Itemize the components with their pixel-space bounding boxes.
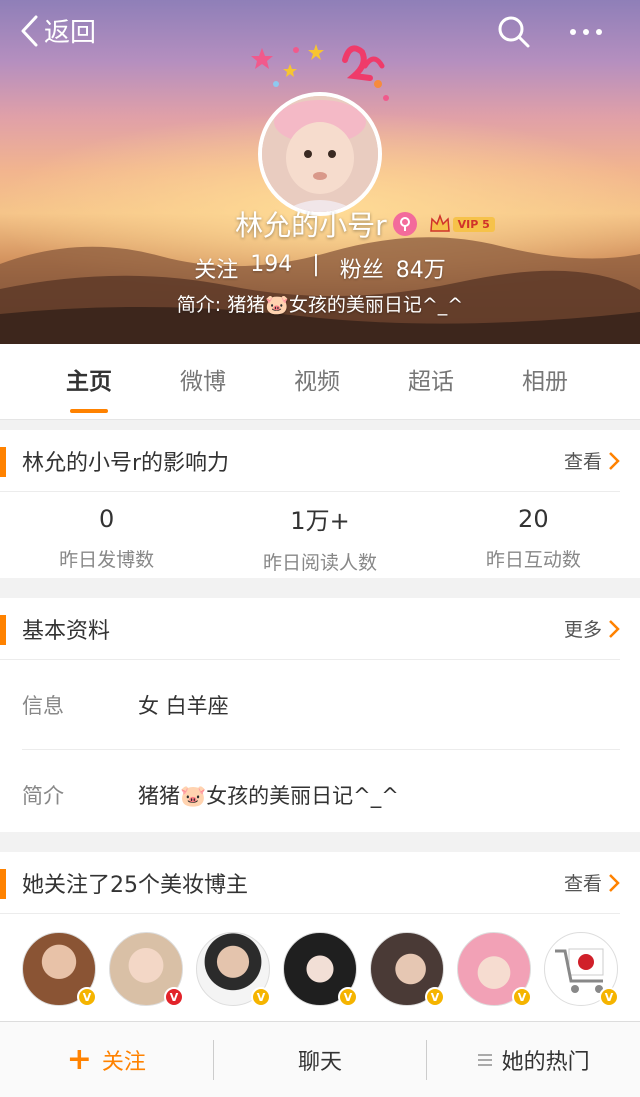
influence-view-label: 查看 bbox=[563, 451, 602, 473]
hot-posts-button[interactable]: 她的热门 bbox=[426, 1039, 640, 1080]
blogger-avatar[interactable]: V bbox=[457, 932, 532, 1007]
info-key: 简介 bbox=[22, 784, 64, 808]
following-bloggers-card: 她关注了25个美妆博主 查看 V V V V V V V bbox=[0, 852, 640, 1021]
blogger-avatar[interactable]: V bbox=[370, 932, 445, 1007]
stats-separator: | bbox=[312, 252, 320, 277]
nickname-row: 林允的小号r VIP 5 bbox=[0, 204, 640, 244]
accent-bar bbox=[0, 615, 6, 645]
bottom-action-bar: + 关注 聊天 她的热门 bbox=[0, 1021, 640, 1097]
metric-label: 昨日互动数 bbox=[485, 548, 581, 571]
back-label: 返回 bbox=[44, 18, 97, 48]
metric-interactions: 20 昨日互动数 bbox=[427, 492, 640, 584]
basic-info-card: 基本资料 更多 信息 女 白羊座 简介 猪猪🐷女孩的美丽日记^_^ bbox=[0, 598, 640, 832]
search-icon[interactable] bbox=[496, 14, 532, 50]
chat-button[interactable]: 聊天 bbox=[212, 1039, 427, 1080]
chevron-right-icon bbox=[609, 873, 620, 892]
avatar-container[interactable] bbox=[250, 40, 400, 216]
avatar[interactable] bbox=[258, 92, 382, 216]
chat-label: 聊天 bbox=[298, 1049, 343, 1075]
metric-readers: 1万+ 昨日阅读人数 bbox=[213, 492, 426, 584]
menu-icon bbox=[477, 1053, 492, 1066]
influence-view-link[interactable]: 查看 bbox=[564, 447, 620, 474]
baby-photo bbox=[262, 96, 378, 212]
blogger-avatar[interactable]: V bbox=[283, 932, 358, 1007]
verified-badge-icon: V bbox=[164, 987, 184, 1007]
blogger-avatar-list: V V V V V V V bbox=[0, 914, 640, 1024]
basic-info-title: 基本资料 bbox=[22, 618, 111, 644]
following-count[interactable]: 194 bbox=[250, 252, 292, 284]
tab-super-topic[interactable]: 超话 bbox=[374, 344, 488, 419]
follow-label: 关注 bbox=[101, 1049, 146, 1075]
bio-text: 简介: 猪猪🐷女孩的美丽日记^_^ bbox=[176, 294, 464, 316]
influence-title: 林允的小号r的影响力 bbox=[22, 450, 230, 476]
info-row-details: 信息 女 白羊座 bbox=[22, 660, 620, 750]
blogger-avatar[interactable]: V bbox=[196, 932, 271, 1007]
followers-label[interactable]: 粉丝 bbox=[340, 252, 384, 284]
verified-badge-icon: V bbox=[251, 987, 271, 1007]
tab-weibo[interactable]: 微博 bbox=[146, 344, 260, 419]
vip-badge[interactable]: VIP 5 bbox=[429, 214, 495, 234]
following-bloggers-view-link[interactable]: 查看 bbox=[564, 869, 620, 896]
info-key: 信息 bbox=[22, 693, 64, 718]
blogger-avatar[interactable]: V bbox=[109, 932, 184, 1007]
info-row-bio: 简介 猪猪🐷女孩的美丽日记^_^ bbox=[22, 750, 620, 840]
chevron-right-icon bbox=[609, 451, 620, 470]
female-icon bbox=[392, 212, 417, 236]
verified-badge-icon: V bbox=[77, 987, 97, 1007]
nickname: 林允的小号r bbox=[235, 209, 387, 242]
influence-card: 林允的小号r的影响力 查看 0 昨日发博数 1万+ 昨日阅读人数 20 昨日互动… bbox=[0, 430, 640, 578]
tab-video[interactable]: 视频 bbox=[260, 344, 374, 419]
metric-label: 昨日发博数 bbox=[59, 548, 155, 571]
back-button[interactable]: 返回 bbox=[18, 12, 96, 49]
accent-bar bbox=[0, 447, 6, 477]
crown-icon bbox=[429, 214, 450, 232]
bio: 简介: 猪猪🐷女孩的美丽日记^_^ bbox=[0, 290, 640, 317]
plus-icon: + bbox=[66, 1042, 92, 1077]
following-bloggers-header: 她关注了25个美妆博主 查看 bbox=[0, 852, 620, 914]
tab-album[interactable]: 相册 bbox=[488, 344, 602, 419]
influence-header: 林允的小号r的影响力 查看 bbox=[0, 430, 620, 492]
stats-row: 关注 194 | 粉丝 84万 bbox=[0, 252, 640, 284]
metric-value: 0 bbox=[99, 504, 115, 533]
influence-metrics: 0 昨日发博数 1万+ 昨日阅读人数 20 昨日互动数 bbox=[0, 492, 640, 584]
chevron-right-icon bbox=[609, 619, 620, 638]
info-value: 猪猪🐷女孩的美丽日记^_^ bbox=[138, 784, 399, 808]
tab-home[interactable]: 主页 bbox=[32, 344, 146, 419]
verified-badge-icon: V bbox=[338, 987, 358, 1007]
metric-value: 20 bbox=[518, 504, 549, 533]
blogger-avatar[interactable]: V bbox=[22, 932, 97, 1007]
basic-info-more-link[interactable]: 更多 bbox=[564, 615, 620, 642]
metric-label: 昨日阅读人数 bbox=[262, 552, 377, 574]
verified-badge-icon: V bbox=[512, 987, 532, 1007]
follow-button[interactable]: + 关注 bbox=[0, 1040, 213, 1080]
chevron-left-icon bbox=[21, 15, 38, 46]
profile-header: 返回 林允的小号r VIP 5 关注 194 | 粉丝 84万 简介: 猪猪🐷女… bbox=[0, 0, 640, 344]
hot-posts-label: 她的热门 bbox=[501, 1049, 590, 1075]
verified-badge-icon: V bbox=[425, 987, 445, 1007]
basic-info-more-label: 更多 bbox=[563, 619, 602, 641]
following-bloggers-title: 她关注了25个美妆博主 bbox=[22, 872, 248, 898]
vip-level: VIP 5 bbox=[452, 216, 495, 232]
metric-value: 1万+ bbox=[290, 507, 350, 535]
followers-count[interactable]: 84万 bbox=[396, 252, 446, 284]
metric-posts: 0 昨日发博数 bbox=[0, 492, 213, 584]
profile-tabs: 主页 微博 视频 超话 相册 bbox=[0, 344, 640, 420]
info-value: 女 白羊座 bbox=[138, 693, 229, 718]
blogger-avatar[interactable]: V bbox=[544, 932, 619, 1007]
accent-bar bbox=[0, 869, 6, 899]
basic-info-header: 基本资料 更多 bbox=[0, 598, 620, 660]
following-label[interactable]: 关注 bbox=[194, 252, 238, 284]
verified-badge-icon: V bbox=[599, 987, 619, 1007]
more-icon[interactable] bbox=[568, 14, 604, 50]
following-bloggers-view-label: 查看 bbox=[563, 873, 602, 895]
